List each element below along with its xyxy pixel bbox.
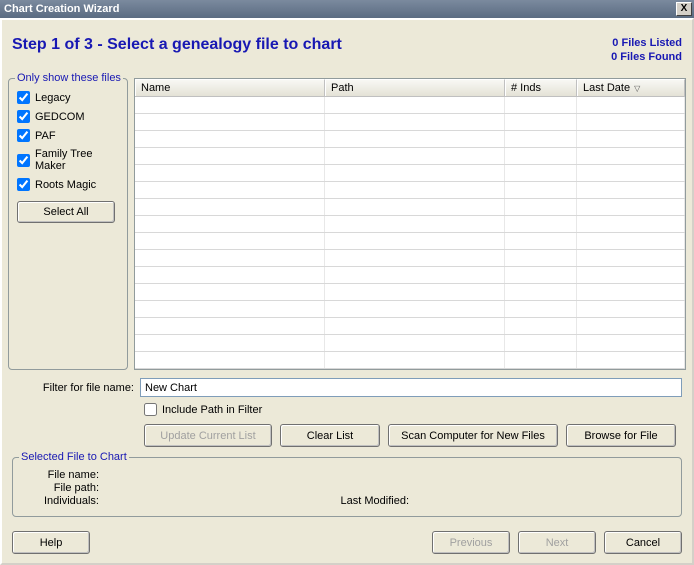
window-title: Chart Creation Wizard — [2, 3, 676, 15]
table-row[interactable] — [135, 335, 685, 352]
filter-gedcom-label: GEDCOM — [35, 111, 85, 123]
close-button[interactable]: X — [676, 2, 692, 16]
table-row[interactable] — [135, 97, 685, 114]
file-counts: 0 Files Listed 0 Files Found — [611, 36, 682, 64]
selected-file-path-row: File path: — [21, 482, 673, 494]
filter-rootsmagic-label: Roots Magic — [35, 179, 96, 191]
selected-details-row: Individuals: Last Modified: — [21, 495, 673, 507]
next-button[interactable]: Next — [518, 531, 596, 554]
files-listed: 0 Files Listed — [611, 36, 682, 50]
filter-group-legend: Only show these files — [15, 72, 123, 84]
filter-ftm-checkbox[interactable] — [17, 154, 30, 167]
filter-legacy-label: Legacy — [35, 92, 70, 104]
filter-name-row: Filter for file name: — [12, 378, 682, 397]
include-path-row[interactable]: Include Path in Filter — [144, 403, 682, 416]
selected-individuals-value — [103, 495, 333, 507]
files-found: 0 Files Found — [611, 50, 682, 64]
scan-computer-button[interactable]: Scan Computer for New Files — [388, 424, 558, 447]
selected-individuals-label: Individuals: — [21, 495, 103, 507]
table-row[interactable] — [135, 216, 685, 233]
filter-legacy-checkbox[interactable] — [17, 91, 30, 104]
table-header: Name Path # Inds Last Date ▽ — [135, 79, 685, 97]
main-row: Only show these files Legacy GEDCOM PAF … — [8, 78, 686, 370]
column-name[interactable]: Name — [135, 79, 325, 96]
filter-paf[interactable]: PAF — [17, 129, 119, 142]
column-inds[interactable]: # Inds — [505, 79, 577, 96]
filter-paf-label: PAF — [35, 130, 56, 142]
table-row[interactable] — [135, 199, 685, 216]
dialog-content: Step 1 of 3 - Select a genealogy file to… — [0, 18, 694, 565]
table-row[interactable] — [135, 182, 685, 199]
sort-descending-icon: ▽ — [634, 84, 640, 93]
selected-group-legend: Selected File to Chart — [19, 451, 129, 463]
selected-file-name-row: File name: — [21, 469, 673, 481]
previous-button[interactable]: Previous — [432, 531, 510, 554]
spacer — [98, 531, 424, 554]
selected-file-group: Selected File to Chart File name: File p… — [12, 457, 682, 517]
table-row[interactable] — [135, 148, 685, 165]
filter-name-input[interactable] — [140, 378, 682, 397]
filter-gedcom[interactable]: GEDCOM — [17, 110, 119, 123]
step-title: Step 1 of 3 - Select a genealogy file to… — [12, 36, 611, 54]
action-button-row: Update Current List Clear List Scan Comp… — [144, 424, 682, 447]
table-row[interactable] — [135, 318, 685, 335]
update-list-button[interactable]: Update Current List — [144, 424, 272, 447]
filter-ftm[interactable]: Family Tree Maker — [17, 148, 119, 172]
help-button[interactable]: Help — [12, 531, 90, 554]
table-row[interactable] — [135, 267, 685, 284]
selected-file-path-label: File path: — [21, 482, 103, 494]
bottom-button-bar: Help Previous Next Cancel — [12, 531, 682, 554]
filter-legacy[interactable]: Legacy — [17, 91, 119, 104]
select-all-button[interactable]: Select All — [17, 201, 115, 223]
table-row[interactable] — [135, 284, 685, 301]
table-row[interactable] — [135, 301, 685, 318]
filter-rootsmagic-checkbox[interactable] — [17, 178, 30, 191]
include-path-label: Include Path in Filter — [162, 404, 262, 416]
file-type-filter-group: Only show these files Legacy GEDCOM PAF … — [8, 78, 128, 370]
table-row[interactable] — [135, 165, 685, 182]
cancel-button[interactable]: Cancel — [604, 531, 682, 554]
titlebar: Chart Creation Wizard X — [0, 0, 694, 18]
selected-file-name-label: File name: — [21, 469, 103, 481]
filter-paf-checkbox[interactable] — [17, 129, 30, 142]
filter-ftm-label: Family Tree Maker — [35, 148, 119, 172]
table-row[interactable] — [135, 250, 685, 267]
table-row[interactable] — [135, 233, 685, 250]
table-row[interactable] — [135, 352, 685, 369]
browse-file-button[interactable]: Browse for File — [566, 424, 676, 447]
filter-rootsmagic[interactable]: Roots Magic — [17, 178, 119, 191]
table-row[interactable] — [135, 131, 685, 148]
clear-list-button[interactable]: Clear List — [280, 424, 380, 447]
column-last-date[interactable]: Last Date ▽ — [577, 79, 685, 96]
file-table: Name Path # Inds Last Date ▽ — [134, 78, 686, 370]
selected-last-modified-label: Last Modified: — [333, 495, 413, 507]
filter-gedcom-checkbox[interactable] — [17, 110, 30, 123]
header-row: Step 1 of 3 - Select a genealogy file to… — [12, 36, 682, 64]
table-body[interactable] — [135, 97, 685, 369]
include-path-checkbox[interactable] — [144, 403, 157, 416]
filter-name-label: Filter for file name: — [12, 382, 134, 394]
column-path[interactable]: Path — [325, 79, 505, 96]
table-row[interactable] — [135, 114, 685, 131]
